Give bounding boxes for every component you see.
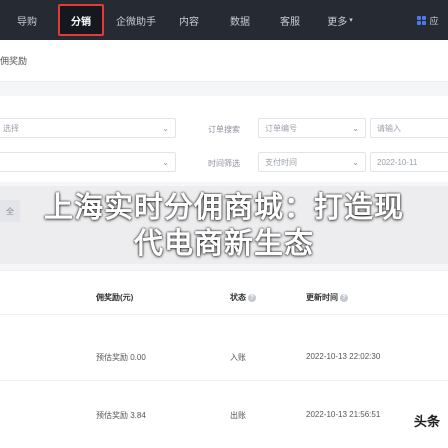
column-header-status: 状态? <box>230 292 256 303</box>
headline-line-1: 上海实时分佣商城：打造现 <box>43 192 404 224</box>
tab-commission-reward[interactable]: 佣奖励 <box>0 54 27 67</box>
app-switcher[interactable]: 应 <box>408 0 448 40</box>
filter-select-1[interactable]: 选择 ⌄ <box>0 118 176 138</box>
headline-line-2: 代电商新生态 <box>133 228 314 260</box>
order-search-placeholder: 请输入 <box>377 123 401 133</box>
watermark-logo: 头条 <box>414 415 441 430</box>
help-icon[interactable]: ? <box>248 293 256 302</box>
order-search-input[interactable]: 请输入 <box>370 118 448 138</box>
apps-label: 应 <box>429 15 439 26</box>
order-field-value: 订单编号 <box>265 123 297 133</box>
column-header-status-label: 状态 <box>230 293 246 302</box>
sub-header: 佣奖励 <box>0 40 448 82</box>
nav-item-customer-service[interactable]: 客服 <box>266 0 314 40</box>
reward-cell: 预估奖励 0.00 <box>96 353 146 362</box>
records-table: 佣奖励(元) 状态? 更新时间? 预估奖励 0.00 入账 2022-10-13… <box>0 270 448 448</box>
time-cell: 2022-10-13 22:02:30 <box>306 352 381 361</box>
status-cell: 出账 <box>230 411 246 420</box>
column-header-updated-time: 更新时间? <box>306 292 348 303</box>
time-cell: 2022-10-13 21:56:51 <box>306 410 381 419</box>
nav-item-content[interactable]: 内容 <box>164 0 214 40</box>
reward-cell: 预估奖励 3.84 <box>96 411 146 420</box>
chevron-down-icon: ⌄ <box>162 157 169 167</box>
nav-more-label: 更多 <box>327 16 348 28</box>
chevron-down-icon: ⌄ <box>352 157 359 167</box>
chevron-down-icon: ▾ <box>349 17 353 24</box>
status-cell: 入账 <box>230 353 246 362</box>
nav-item-shopping-guide[interactable]: 导购 <box>0 0 54 40</box>
nav-item-distribution[interactable]: 分销 <box>58 4 104 36</box>
top-navigation: 导购 分销 企微助手 内容 数据 客服 更多 ▾ 应 <box>0 0 448 40</box>
chevron-down-icon: ⌄ <box>352 123 359 133</box>
order-field-select[interactable]: 订单编号 ⌄ <box>258 118 366 138</box>
chevron-down-icon: ⌄ <box>162 123 169 133</box>
date-picker[interactable]: 2022-10-11 <box>370 152 448 172</box>
date-picker-value: 2022-10-11 <box>377 157 418 167</box>
nav-item-data[interactable]: 数据 <box>214 0 266 40</box>
nav-item-more[interactable]: 更多 ▾ <box>314 0 366 40</box>
time-type-value: 支付时间 <box>265 157 297 167</box>
apps-grid-icon <box>417 15 427 25</box>
order-search-label: 订单搜索 <box>208 125 240 134</box>
help-icon[interactable]: ? <box>340 293 348 302</box>
filter-select-1-value: 选择 <box>3 123 19 133</box>
nav-item-wecom-assistant[interactable]: 企微助手 <box>108 0 164 40</box>
time-filter-label: 时间筛选 <box>208 159 240 168</box>
filter-select-2[interactable]: ⌄ <box>0 152 176 172</box>
column-header-updated-time-label: 更新时间 <box>306 293 338 302</box>
time-type-select[interactable]: 支付时间 ⌄ <box>258 152 366 172</box>
column-header-reward: 佣奖励(元) <box>96 293 134 302</box>
headline-text: 上海实时分佣商城：打造现 代电商新生态 <box>0 190 448 262</box>
filter-panel: 选择 ⌄ 订单搜索 订单编号 ⌄ 请输入 ⌄ 时间筛选 支付时间 ⌄ 2022-… <box>0 96 448 182</box>
